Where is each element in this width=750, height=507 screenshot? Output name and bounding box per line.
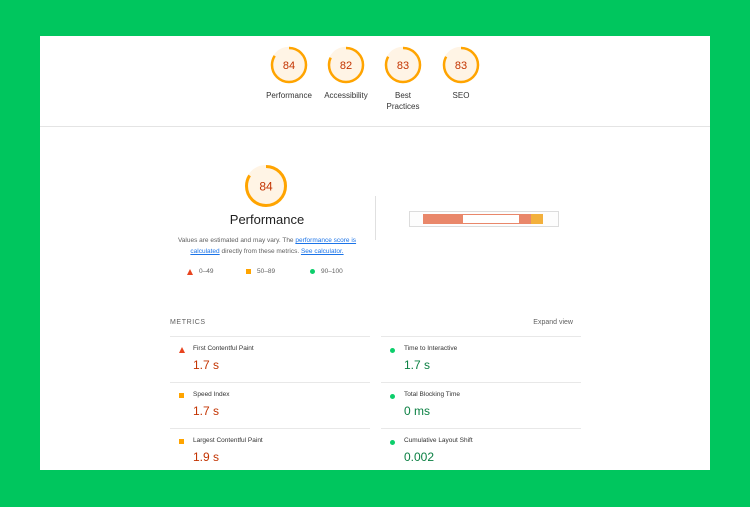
legend-fail: 0–49 — [187, 268, 213, 275]
vertical-divider — [375, 196, 376, 240]
accessibility-gauge-ring: 82 — [327, 46, 365, 84]
see-calculator-link[interactable]: See calculator. — [301, 248, 344, 255]
metric-value: 1.9 s — [193, 450, 220, 464]
gauge-label: Best Practices — [386, 91, 420, 111]
legend-pass: 90–100 — [310, 268, 343, 275]
gauge-score: 83 — [397, 60, 409, 72]
page-screenshot-thumbnail[interactable] — [409, 211, 559, 227]
metric-name: Time to Interactive — [404, 345, 458, 352]
metric-cumulative-layout-shift: Cumulative Layout Shift 0.002 — [381, 428, 581, 470]
triangle-icon — [179, 347, 185, 353]
legend-label: 90–100 — [321, 268, 343, 275]
performance-title: Performance — [229, 212, 305, 227]
square-icon — [179, 393, 184, 398]
metric-first-contentful-paint: First Contentful Paint 1.7 s — [170, 336, 370, 381]
triangle-icon — [187, 268, 193, 275]
metric-name: Largest Contentful Paint — [193, 437, 263, 444]
description-text: Values are estimated and may vary. The — [177, 237, 296, 244]
square-icon — [246, 269, 251, 274]
legend-average: 50–89 — [246, 268, 275, 275]
performance-main-gauge: 84 — [244, 164, 288, 213]
expand-view-toggle[interactable]: Expand view — [533, 319, 573, 326]
gauge-score: 84 — [283, 60, 295, 72]
metric-value: 1.7 s — [193, 404, 220, 418]
circle-icon — [310, 269, 315, 274]
gauge-score: 82 — [340, 60, 352, 72]
circle-icon — [390, 440, 395, 445]
circle-icon — [390, 394, 395, 399]
metric-value: 1.7 s — [404, 358, 431, 372]
legend-label: 50–89 — [257, 268, 276, 275]
performance-gauge-ring: 84 — [270, 46, 308, 84]
metric-name: First Contentful Paint — [193, 345, 254, 352]
metric-value: 0.002 — [404, 450, 435, 464]
lighthouse-report: 84 Performance 82 Accessibility 83 Best … — [40, 36, 710, 470]
description-text: directly from these metrics. — [219, 248, 301, 255]
metrics-header: METRICS Expand view — [170, 319, 573, 326]
circle-icon — [390, 348, 395, 353]
metric-name: Total Blocking Time — [404, 391, 460, 398]
thumbnail-content — [531, 214, 543, 224]
metric-largest-contentful-paint: Largest Contentful Paint 1.9 s — [170, 428, 370, 470]
metric-time-to-interactive: Time to Interactive 1.7 s — [381, 336, 581, 381]
gauge-score: 83 — [455, 60, 467, 72]
gauge-label: SEO — [452, 91, 470, 100]
performance-description: Values are estimated and may vary. The p… — [168, 235, 366, 257]
category-gauges: 84 Performance 82 Accessibility 83 Best … — [40, 36, 710, 127]
metric-total-blocking-time: Total Blocking Time 0 ms — [381, 382, 581, 427]
performance-main-gauge-ring: 84 — [245, 165, 287, 207]
legend-label: 0–49 — [199, 268, 214, 275]
performance-main-score: 84 — [259, 180, 273, 194]
metric-name: Cumulative Layout Shift — [404, 437, 473, 444]
metric-speed-index: Speed Index 1.7 s — [170, 382, 370, 427]
metric-value: 1.7 s — [193, 358, 220, 372]
best-practices-gauge-ring: 83 — [384, 46, 422, 84]
metric-value: 0 ms — [404, 404, 431, 418]
thumbnail-content — [463, 215, 519, 223]
metrics-heading: METRICS — [170, 319, 206, 326]
seo-gauge-ring: 83 — [442, 46, 480, 84]
gauge-seo[interactable]: 83 SEO — [425, 46, 497, 101]
metric-name: Speed Index — [193, 391, 230, 398]
square-icon — [179, 439, 184, 444]
